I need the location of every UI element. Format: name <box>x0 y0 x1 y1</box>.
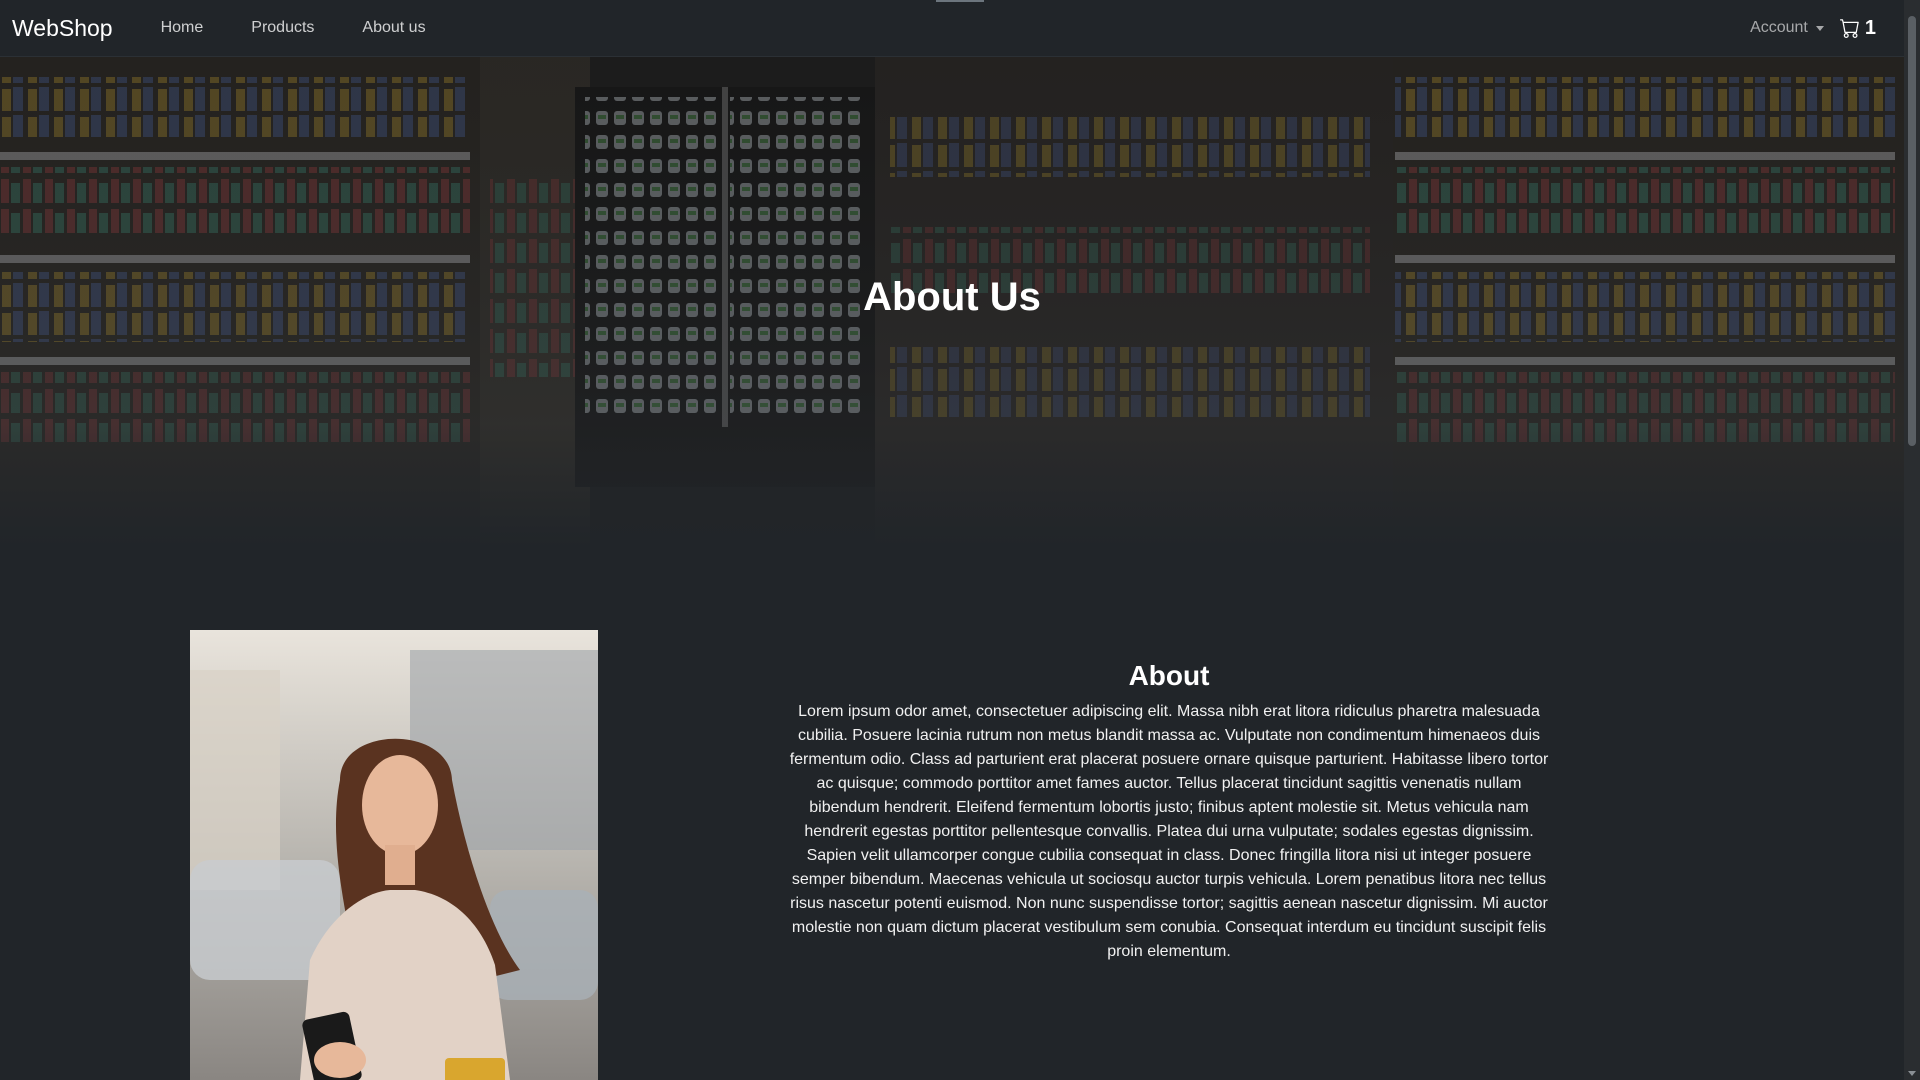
account-label: Account <box>1750 19 1808 36</box>
nav-link-about-us[interactable]: About us <box>338 19 449 37</box>
hero-title: About Us <box>863 275 1041 319</box>
cart-count: 1 <box>1864 16 1876 39</box>
scroll-down-arrow-icon[interactable] <box>1908 1071 1916 1076</box>
top-indicator <box>936 0 984 2</box>
nav-links: Home Products About us <box>137 19 450 37</box>
nav-right: Account 1 <box>1750 17 1876 40</box>
page-scrollbar[interactable] <box>1904 0 1920 1080</box>
about-section: About Lorem ipsum odor amet, consectetue… <box>788 660 1550 964</box>
scrollbar-thumb[interactable] <box>1908 16 1916 446</box>
about-text: Lorem ipsum odor amet, consectetuer adip… <box>789 703 1549 960</box>
nav-link-products[interactable]: Products <box>227 19 338 37</box>
account-dropdown[interactable]: Account <box>1750 19 1824 37</box>
about-photo <box>190 630 598 1080</box>
cart-icon <box>1839 19 1859 38</box>
about-heading: About <box>1128 660 1210 691</box>
nav-link-home[interactable]: Home <box>137 19 228 37</box>
cart-button[interactable]: 1 <box>1839 16 1876 40</box>
brand-logo[interactable]: WebShop <box>12 15 113 42</box>
top-navbar: WebShop Home Products About us Account 1 <box>0 0 1904 57</box>
hero-banner: About Us <box>0 57 1904 547</box>
woman-with-phone-and-card-photo <box>190 630 598 1080</box>
chevron-down-icon <box>1815 25 1824 31</box>
